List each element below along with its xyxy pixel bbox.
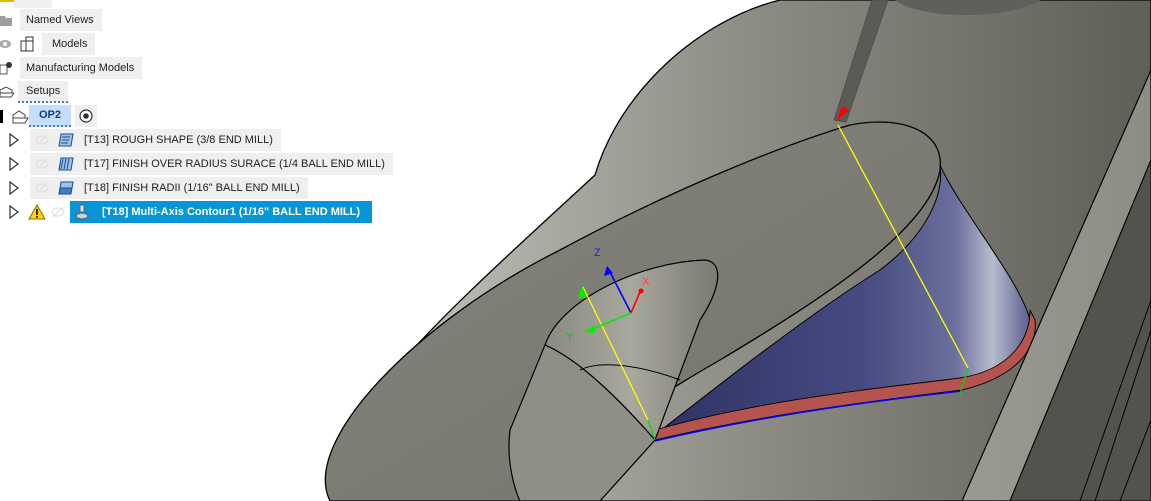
browser-item-setups[interactable]: Setups (0, 81, 69, 103)
browser-item-models[interactable]: Models (0, 33, 96, 55)
radio-active-icon[interactable] (75, 105, 98, 127)
eye-hidden-icon[interactable] (30, 177, 54, 199)
scallop-icon (54, 153, 78, 175)
expand-triangle-icon[interactable] (8, 203, 20, 221)
warning-icon (28, 203, 46, 221)
operation-item[interactable]: [T17] FINISH OVER RADIUS SURACE (1/4 BAL… (8, 153, 393, 175)
multi-axis-contour-icon (70, 203, 94, 221)
eye-hidden-icon[interactable] (30, 153, 54, 175)
expand-triangle-icon[interactable] (8, 155, 20, 173)
units-icon (0, 0, 14, 6)
eye-hidden-icon[interactable] (30, 129, 54, 151)
selected-operation-label-container: [T18] Multi-Axis Contour1 (1/16" BALL EN… (70, 201, 373, 223)
setup-icon (0, 83, 14, 101)
browser-item-op2[interactable]: OP2 (0, 105, 98, 127)
axis-z-label: Z (594, 247, 601, 259)
adaptive-clearing-icon (54, 129, 78, 151)
eye-hidden-icon[interactable] (46, 201, 70, 223)
setup-icon (11, 107, 29, 125)
axis-x-label: X (642, 276, 650, 288)
eye-icon[interactable] (0, 35, 14, 53)
manufacturing-model-icon (0, 59, 14, 77)
expand-triangle-icon[interactable] (8, 131, 20, 149)
model-icon (18, 35, 36, 53)
operation-item[interactable]: [T18] FINISH RADII (1/16" BALL END MILL) (8, 177, 308, 199)
expand-triangle-icon[interactable] (8, 179, 20, 197)
operation-item-selected[interactable]: [T18] Multi-Axis Contour1 (1/16" BALL EN… (8, 201, 373, 223)
tree-line (0, 109, 3, 123)
browser-item-partial[interactable] (0, 0, 52, 8)
browser-tree: Named Views Models Manufacturing Models … (0, 0, 400, 230)
operation-item[interactable]: [T13] ROUGH SHAPE (3/8 END MILL) (8, 129, 281, 151)
browser-item-named-views[interactable]: Named Views (0, 9, 102, 31)
axis-y-label: Y (566, 331, 574, 343)
folder-icon (0, 11, 14, 29)
browser-item-manufacturing-models[interactable]: Manufacturing Models (0, 57, 143, 79)
parallel-icon (54, 177, 78, 199)
